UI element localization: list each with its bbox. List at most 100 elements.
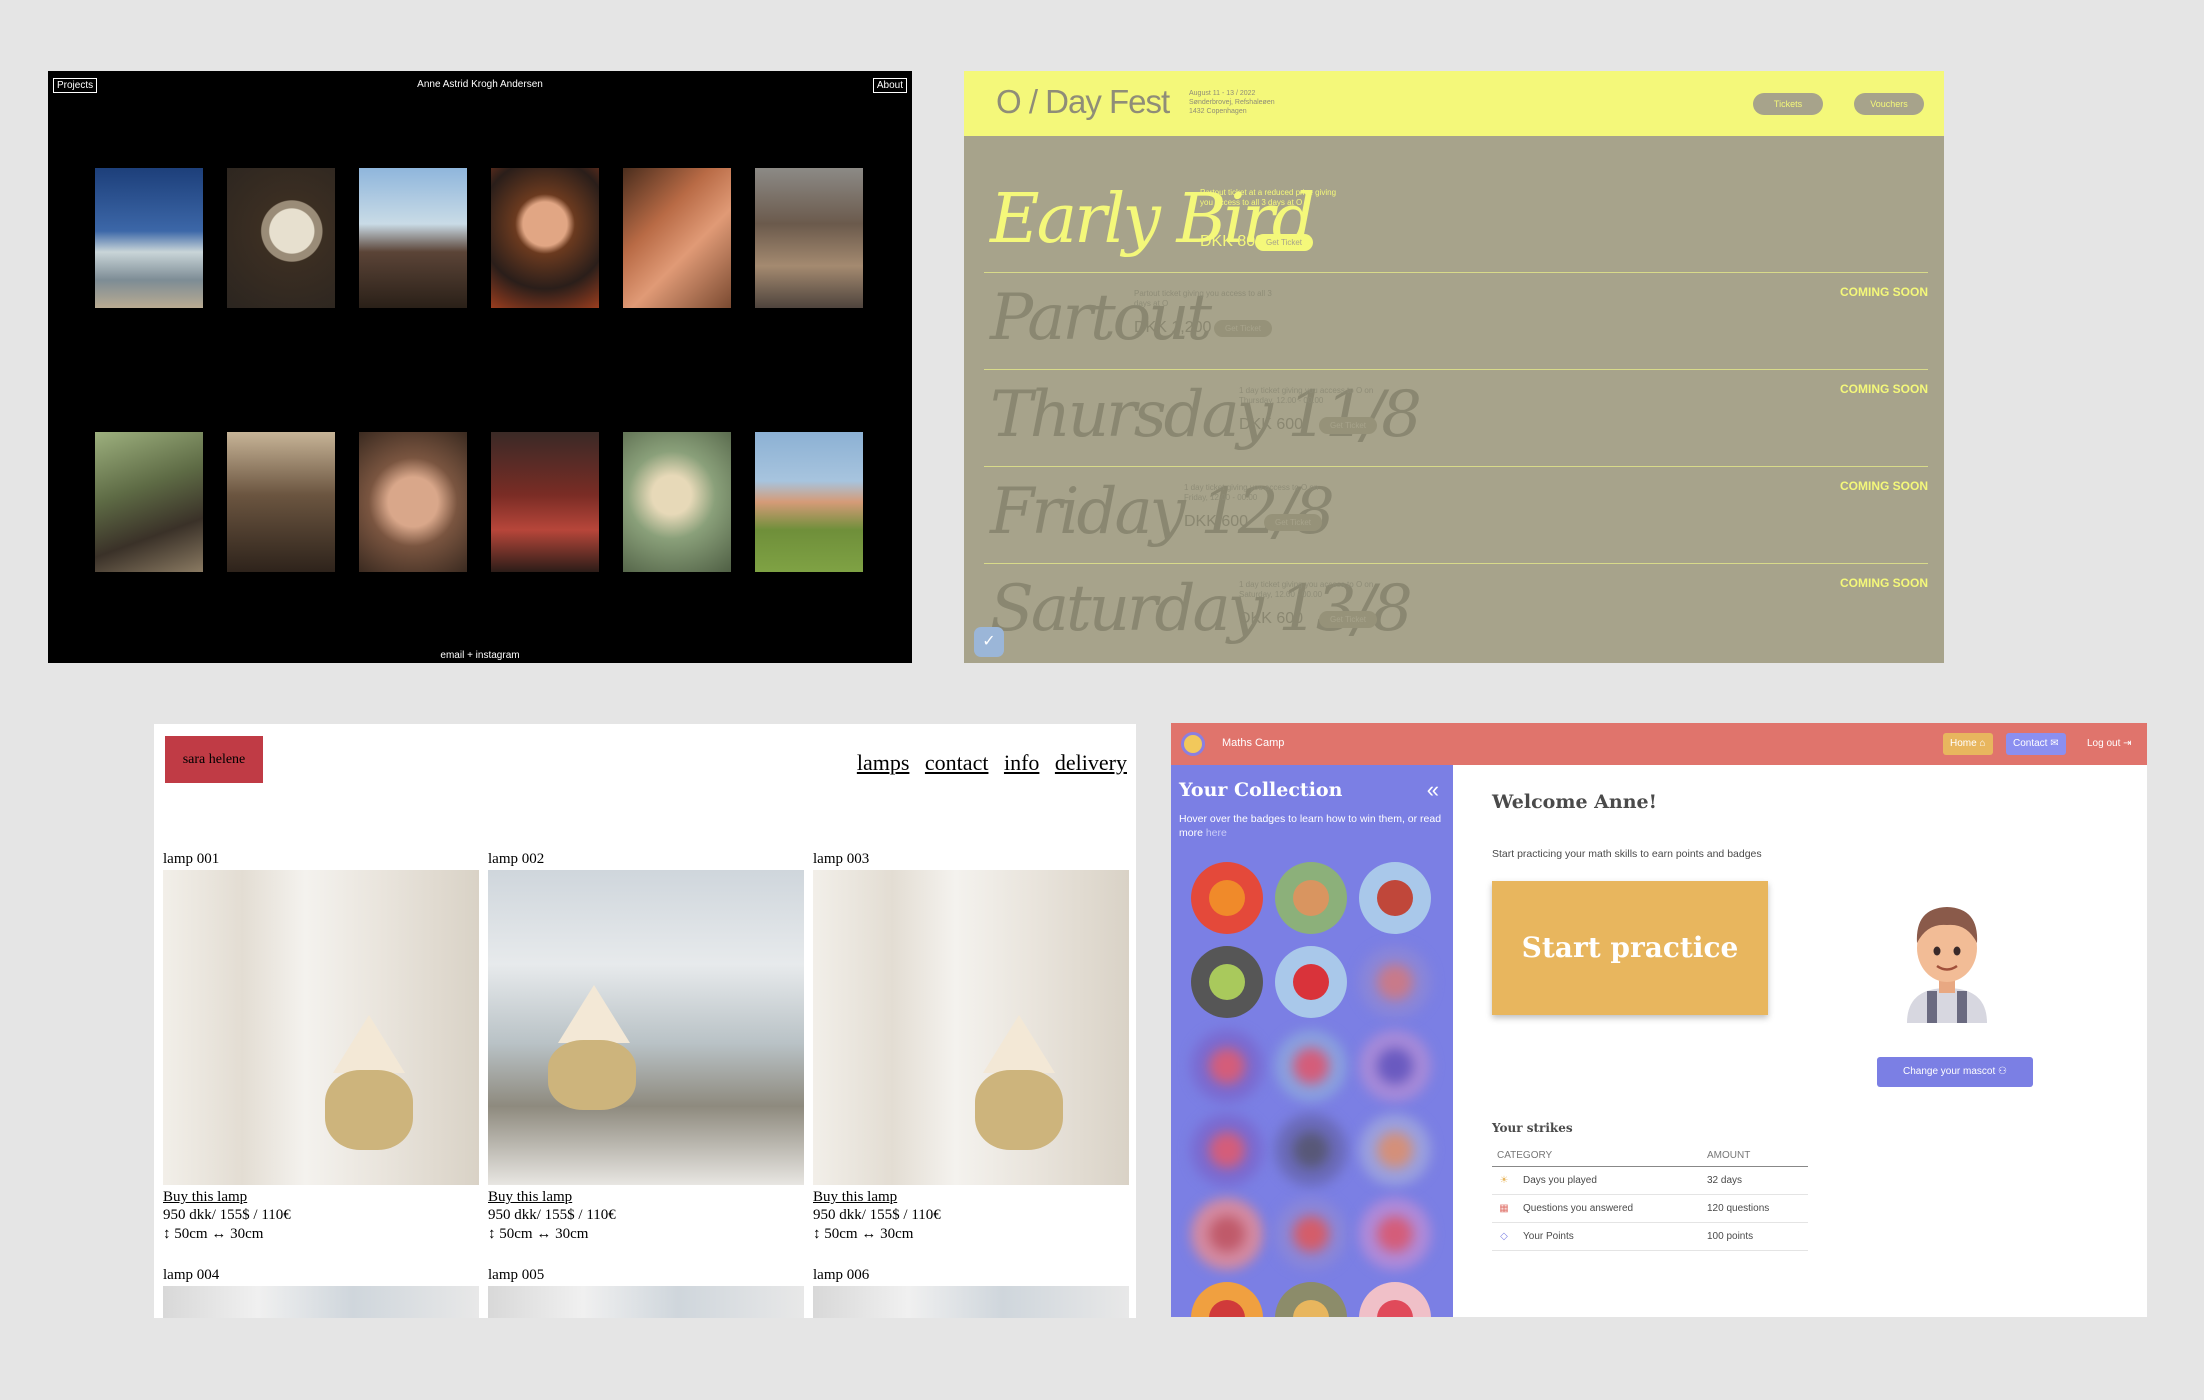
portfolio-photo[interactable] — [227, 432, 335, 572]
badge-art-shape — [1377, 964, 1413, 1000]
lamp-shop-panel: sara helene lamps contact info delivery … — [154, 724, 1136, 1318]
locked-badge[interactable] — [1275, 1030, 1347, 1102]
ticket-description: Partout ticket at a reduced price giving… — [1200, 188, 1337, 207]
category-label: Your Points — [1523, 1231, 1574, 1242]
portfolio-photo[interactable] — [623, 432, 731, 572]
get-ticket-button[interactable]: Get Ticket — [1255, 234, 1313, 251]
logout-label: Log out — [2087, 738, 2121, 749]
mail-icon: ✉ — [2050, 738, 2059, 749]
nav-contact[interactable]: contact — [925, 750, 989, 775]
privacy-shield-icon[interactable]: ✓ — [974, 627, 1004, 657]
badge-art-shape — [1377, 880, 1413, 916]
locked-badge[interactable] — [1359, 1114, 1431, 1186]
change-mascot-button[interactable]: Change your mascot ⚇ — [1877, 1057, 2033, 1087]
love-lips-badge[interactable] — [1191, 1282, 1263, 1317]
table-row: ▦ Questions you answered 120 questions — [1492, 1194, 1808, 1223]
portfolio-photo[interactable] — [359, 168, 467, 308]
portfolio-photo[interactable] — [491, 432, 599, 572]
footer-links[interactable]: email + instagram — [48, 650, 912, 661]
lamp-photo[interactable] — [488, 870, 804, 1185]
photo-grid — [95, 168, 863, 572]
backpack-badge[interactable] — [1275, 1282, 1347, 1317]
lamp-photo[interactable] — [163, 870, 479, 1185]
badge-art-shape — [1209, 964, 1245, 1000]
calendar-icon: ▦ — [1499, 1203, 1509, 1214]
nav-delivery[interactable]: delivery — [1055, 750, 1127, 775]
read-more-link[interactable]: here — [1206, 827, 1227, 839]
get-ticket-button[interactable]: Get Ticket — [1214, 320, 1272, 337]
buy-lamp-link[interactable]: Buy this lamp — [163, 1189, 479, 1206]
logout-icon: ⇥ — [2123, 738, 2132, 749]
strawberry-badge[interactable] — [1275, 946, 1347, 1018]
portfolio-photo[interactable] — [95, 432, 203, 572]
festival-dates: August 11 - 13 / 2022 — [1189, 90, 1256, 97]
locked-badge[interactable] — [1359, 1198, 1431, 1270]
festival-logo[interactable]: O / Day Fest — [996, 83, 1170, 121]
avocado-badge[interactable] — [1191, 946, 1263, 1018]
locked-badge[interactable] — [1191, 1198, 1263, 1270]
lamp-base-shape — [548, 1040, 636, 1110]
lamp-photo[interactable] — [813, 870, 1129, 1185]
locked-badge[interactable] — [1275, 1114, 1347, 1186]
ticket-price: DKK 600 — [1239, 416, 1304, 433]
lamp-title: lamp 001 — [163, 851, 220, 867]
get-ticket-button[interactable]: Get Ticket — [1319, 417, 1377, 434]
lamp-card: lamp 001 Buy this lamp 950 dkk/ 155$ / 110… — [163, 851, 479, 1244]
nav-lamps[interactable]: lamps — [857, 750, 910, 775]
badge-art-shape — [1209, 1216, 1245, 1252]
cake-badge[interactable] — [1359, 862, 1431, 934]
lamp-photo[interactable] — [163, 1286, 479, 1318]
orange-badge[interactable] — [1191, 862, 1263, 934]
app-logo-icon[interactable] — [1181, 732, 1205, 756]
lamp-photo[interactable] — [813, 1286, 1129, 1318]
portfolio-photo[interactable] — [227, 168, 335, 308]
buy-lamp-link[interactable]: Buy this lamp — [488, 1189, 804, 1206]
nav-info[interactable]: info — [1004, 750, 1039, 775]
amount-cell: 120 questions — [1702, 1194, 1808, 1223]
tickets-button[interactable]: Tickets — [1753, 93, 1823, 115]
ticket-description: 1 day ticket giving you access to O on T… — [1239, 386, 1374, 405]
logout-button[interactable]: Log out ⇥ — [2080, 733, 2139, 755]
lamp-card: lamp 004 — [163, 1267, 479, 1318]
category-header: CATEGORY — [1492, 1145, 1702, 1167]
home-button[interactable]: Home ⌂ — [1943, 733, 1993, 755]
shop-brand[interactable]: sara helene — [165, 736, 263, 783]
lamp-card: lamp 005 — [488, 1267, 804, 1318]
buy-lamp-link[interactable]: Buy this lamp — [813, 1189, 1129, 1206]
lamp-photo[interactable] — [488, 1286, 804, 1318]
portfolio-photo[interactable] — [491, 168, 599, 308]
locked-badge[interactable] — [1191, 1114, 1263, 1186]
portfolio-photo[interactable] — [755, 432, 863, 572]
badge-art-shape — [1209, 1132, 1245, 1168]
locked-badge[interactable] — [1191, 1030, 1263, 1102]
start-practice-button[interactable]: Start practice — [1492, 881, 1768, 1015]
contact-button[interactable]: Contact ✉ — [2006, 733, 2066, 755]
portfolio-photo[interactable] — [755, 168, 863, 308]
collapse-chevron-icon[interactable]: « — [1427, 777, 1439, 803]
heart-badge[interactable] — [1359, 1282, 1431, 1317]
badge-art-shape — [1209, 1300, 1245, 1317]
badge-art-shape — [1293, 1300, 1329, 1317]
get-ticket-button[interactable]: Get Ticket — [1264, 514, 1322, 531]
vouchers-button[interactable]: Vouchers — [1854, 93, 1924, 115]
lamp-title: lamp 006 — [813, 1267, 870, 1283]
portfolio-photo[interactable] — [359, 432, 467, 572]
portfolio-photo[interactable] — [623, 168, 731, 308]
locked-badge[interactable] — [1359, 946, 1431, 1018]
festival-street: Sønderbrovej, Refshaleøen — [1189, 99, 1275, 106]
locked-badge[interactable] — [1275, 1198, 1347, 1270]
get-ticket-button[interactable]: Get Ticket — [1319, 611, 1377, 628]
amount-cell: 100 points — [1702, 1222, 1808, 1251]
category-cell: ▦ Questions you answered — [1492, 1194, 1702, 1223]
portfolio-photo[interactable] — [95, 168, 203, 308]
category-label: Days you played — [1523, 1175, 1597, 1186]
croissant-badge[interactable] — [1275, 862, 1347, 934]
sun-icon: ☀ — [1499, 1175, 1509, 1186]
locked-badge[interactable] — [1359, 1030, 1431, 1102]
table-row: ◇ Your Points 100 points — [1492, 1222, 1808, 1251]
badge-art-shape — [1293, 1216, 1329, 1252]
about-link[interactable]: About — [872, 78, 907, 93]
lamp-price: 950 dkk/ 155$ / 110€ — [813, 1207, 941, 1223]
badge-art-shape — [1377, 1132, 1413, 1168]
coming-soon-label: COMING SOON — [1839, 479, 1928, 493]
